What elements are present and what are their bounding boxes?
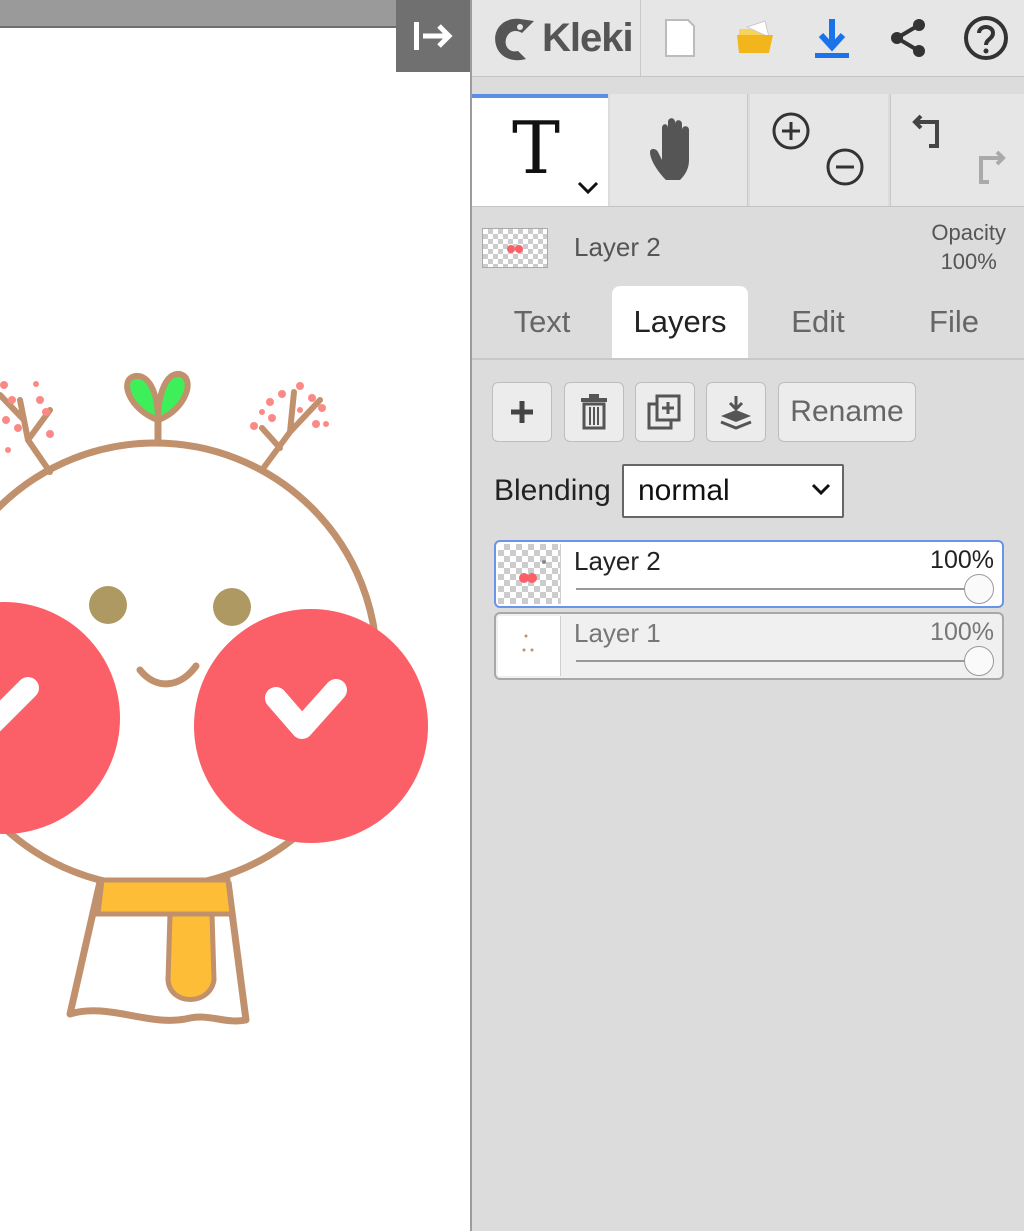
current-layer-thumbnail [482, 228, 548, 268]
text-tool-icon: T [512, 106, 561, 190]
duplicate-layer-icon [647, 394, 681, 430]
canvas-top-strip [0, 0, 396, 28]
arrow-right-bar-icon [414, 22, 453, 50]
hand-tool-button[interactable] [610, 94, 748, 206]
opacity-slider-handle[interactable] [964, 646, 994, 676]
share-icon [891, 19, 925, 57]
blending-value: normal [638, 474, 730, 507]
opacity-slider-handle[interactable] [964, 574, 994, 604]
delete-layer-button[interactable] [564, 382, 624, 442]
zoom-out-icon[interactable] [824, 146, 866, 188]
zoom-in-icon[interactable] [770, 110, 812, 152]
layer-thumbnail [498, 544, 561, 604]
new-image-icon [665, 19, 695, 57]
duplicate-layer-button[interactable] [635, 382, 695, 442]
toolbar-separator [640, 0, 641, 76]
redo-icon[interactable] [967, 148, 1007, 188]
layer-preview-icon [519, 560, 546, 583]
blending-select[interactable]: normal [622, 464, 844, 518]
current-layer-info: Layer 2 Opacity 100% [472, 208, 1024, 284]
kleki-bird-icon [495, 18, 534, 61]
layer-opacity: 100% [930, 618, 994, 646]
help-button[interactable] [958, 10, 1014, 66]
canvas-artwork [0, 371, 428, 1025]
opacity-label: Opacity [931, 220, 1006, 245]
delete-layer-icon [581, 394, 607, 430]
drawing-canvas[interactable] [0, 0, 470, 1231]
current-layer-name: Layer 2 [574, 232, 661, 262]
zoom-controls [750, 94, 888, 206]
top-toolbar: Kleki [472, 0, 1024, 77]
layer-opacity: 100% [930, 546, 994, 574]
chevron-down-icon [577, 181, 599, 195]
add-layer-icon [511, 401, 533, 423]
layer-name: Layer 1 [574, 618, 661, 648]
tool-row: T [472, 94, 1024, 207]
opacity-slider-track[interactable] [576, 660, 978, 662]
new-image-button[interactable] [652, 10, 708, 66]
open-file-button[interactable] [728, 10, 784, 66]
tab-layers[interactable]: Layers [612, 286, 748, 358]
share-button[interactable] [880, 10, 936, 66]
merge-down-icon [720, 396, 752, 430]
layer-name: Layer 2 [574, 546, 661, 576]
opacity-value: 100% [940, 249, 997, 274]
panel-tabs: Text Layers Edit File [472, 286, 1024, 360]
help-icon [964, 16, 1008, 60]
tab-text[interactable]: Text [484, 286, 600, 358]
current-layer-opacity[interactable]: Opacity 100% [931, 218, 1006, 276]
download-button[interactable] [804, 10, 860, 66]
blending-label: Blending [494, 474, 611, 507]
collapse-sidebar-button[interactable] [396, 0, 470, 72]
kleki-logo: Kleki [490, 8, 634, 68]
tab-file[interactable]: File [896, 286, 1012, 358]
layer-item-layer-1[interactable]: Layer 1 100% [494, 612, 1004, 680]
open-folder-icon [737, 20, 773, 53]
chevron-down-icon [811, 483, 831, 496]
undo-icon[interactable] [911, 112, 951, 152]
layer-item-layer-2[interactable]: Layer 2 100% [494, 540, 1004, 608]
opacity-slider-track[interactable] [576, 588, 978, 590]
history-controls [890, 94, 1024, 206]
text-tool-button[interactable]: T [472, 94, 608, 206]
app-name: Kleki [542, 15, 634, 60]
merge-down-button[interactable] [706, 382, 766, 442]
download-icon [815, 19, 849, 58]
add-layer-button[interactable] [492, 382, 552, 442]
hand-icon [650, 118, 689, 180]
layer-preview-icon [522, 634, 534, 652]
tab-edit[interactable]: Edit [760, 286, 876, 358]
rename-layer-button[interactable]: Rename [778, 382, 916, 442]
sidebar: Kleki T Layer 2 Opacity 100% Text Layers… [470, 0, 1024, 1231]
layer-thumbnail [498, 616, 561, 676]
layer-preview-icon [507, 245, 523, 253]
